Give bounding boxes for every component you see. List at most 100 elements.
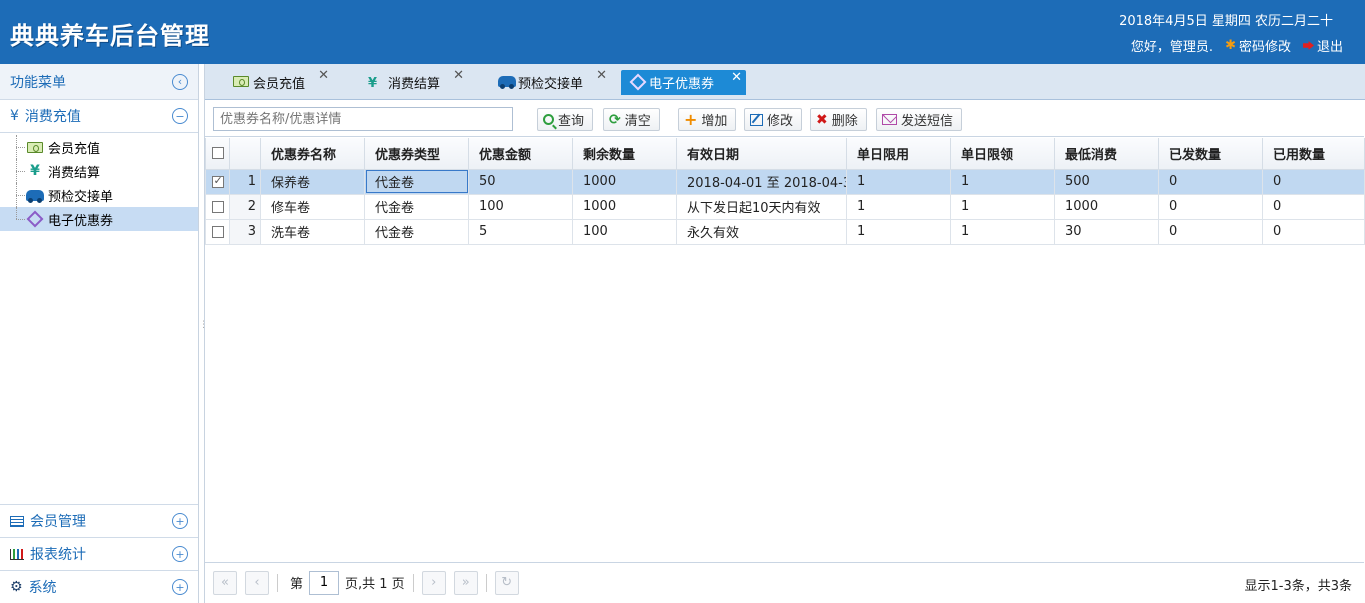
change-password-link[interactable]: ✱ 密码修改 <box>1225 36 1291 55</box>
accordion-consume-recharge[interactable]: ¥ 消费充值 − <box>0 100 198 133</box>
sidebar: 功能菜单 ‹ ¥ 消费充值 − 会员充值 ¥ 消费结算 预检交接单 电子优惠券 会… <box>0 64 199 603</box>
last-page-icon[interactable]: » <box>453 570 478 595</box>
table-cell[interactable]: 0 <box>1158 193 1263 220</box>
expand-plus-icon[interactable]: + <box>172 513 188 529</box>
change-password-label: 密码修改 <box>1238 40 1291 55</box>
logout-link[interactable]: 退出 <box>1302 36 1343 55</box>
column-header[interactable]: 优惠券类型 <box>364 138 469 170</box>
sidebar-item-coupon[interactable]: 电子优惠券 <box>0 207 198 231</box>
refresh-icon[interactable]: ↻ <box>494 570 519 595</box>
list-icon <box>10 515 24 527</box>
table-cell[interactable]: 1 <box>846 168 951 195</box>
table-cell[interactable]: 0 <box>1262 168 1365 195</box>
column-header[interactable]: 优惠券名称 <box>260 138 365 170</box>
table-cell[interactable]: 0 <box>1158 168 1263 195</box>
table-cell[interactable]: 1 <box>950 193 1055 220</box>
search-input[interactable] <box>213 107 513 131</box>
page-number-input[interactable] <box>309 570 340 595</box>
table-cell[interactable]: 保养卷 <box>260 168 365 195</box>
table-row[interactable]: 3 洗车卷 代金卷 5 100 永久有效 1 1 30 0 0 <box>205 218 1365 245</box>
select-all-checkbox[interactable] <box>211 147 224 160</box>
table-cell[interactable]: 2018-04-01 至 2018-04-30 <box>676 168 847 195</box>
row-checkbox[interactable] <box>211 200 224 213</box>
table-cell[interactable]: 0 <box>1262 218 1365 245</box>
column-header[interactable]: 最低消费 <box>1054 138 1159 170</box>
row-check-cell[interactable] <box>205 193 230 220</box>
column-header[interactable]: 单日限领 <box>950 138 1055 170</box>
tab-precheck[interactable]: 预检交接单 ✕ <box>490 68 607 95</box>
table-row[interactable]: 1 保养卷 代金卷 50 1000 2018-04-01 至 2018-04-3… <box>205 168 1365 195</box>
close-icon[interactable]: ✕ <box>596 68 607 83</box>
select-all-cell[interactable] <box>205 138 230 170</box>
column-header[interactable]: 单日限用 <box>846 138 951 170</box>
accordion-member-management[interactable]: 会员管理 + <box>0 504 198 537</box>
column-header[interactable]: 已发数量 <box>1158 138 1263 170</box>
table-cell[interactable]: 1000 <box>1054 193 1159 220</box>
mail-icon <box>882 114 897 125</box>
accordion-system[interactable]: ⚙ 系统 + <box>0 570 198 603</box>
close-icon[interactable]: ✕ <box>453 68 464 83</box>
column-header[interactable]: 已用数量 <box>1262 138 1365 170</box>
close-icon[interactable]: ✕ <box>731 70 742 85</box>
collapse-sidebar-icon[interactable]: ‹ <box>172 73 188 90</box>
table-row[interactable]: 2 修车卷 代金卷 100 1000 从下发日起10天内有效 1 1 1000 … <box>205 193 1365 220</box>
next-page-icon[interactable]: › <box>421 570 446 595</box>
table-cell[interactable]: 100 <box>572 218 677 245</box>
expand-plus-icon[interactable]: + <box>172 546 188 562</box>
main-panel: 会员充值 ✕ ¥ 消费结算 ✕ 预检交接单 ✕ 电子优惠券 ✕ 查询 ⟳ 清空 <box>204 64 1365 603</box>
delete-button[interactable]: ✖ 删除 <box>810 108 867 131</box>
tab-member-recharge[interactable]: 会员充值 ✕ <box>225 68 329 95</box>
sidebar-item-member-recharge[interactable]: 会员充值 <box>0 135 198 159</box>
table-cell[interactable]: 50 <box>468 168 573 195</box>
query-button[interactable]: 查询 <box>537 108 594 131</box>
table-cell[interactable]: 修车卷 <box>260 193 365 220</box>
table-cell[interactable]: 代金卷 <box>364 168 469 195</box>
row-check-cell[interactable] <box>205 218 230 245</box>
table-cell[interactable]: 0 <box>1262 193 1365 220</box>
page-suffix: 页,共 1 页 <box>345 577 405 592</box>
table-cell[interactable]: 30 <box>1054 218 1159 245</box>
table-cell[interactable]: 0 <box>1158 218 1263 245</box>
first-page-icon[interactable]: « <box>213 570 237 595</box>
table-cell[interactable]: 从下发日起10天内有效 <box>676 193 847 220</box>
table-cell[interactable]: 洗车卷 <box>260 218 365 245</box>
expand-plus-icon[interactable]: + <box>172 579 188 595</box>
table-cell[interactable]: 1000 <box>572 193 677 220</box>
clear-button[interactable]: ⟳ 清空 <box>603 108 660 131</box>
row-checkbox[interactable] <box>211 174 224 188</box>
edit-button[interactable]: 修改 <box>744 108 803 131</box>
delete-x-icon: ✖ <box>816 111 828 128</box>
table-cell[interactable]: 1000 <box>572 168 677 195</box>
send-sms-button[interactable]: 发送短信 <box>876 108 963 131</box>
tab-coupon[interactable]: 电子优惠券 ✕ <box>621 70 746 95</box>
coupon-icon <box>26 210 44 228</box>
add-button[interactable]: + 增加 <box>678 108 737 131</box>
table-cell[interactable]: 5 <box>468 218 573 245</box>
row-check-cell[interactable] <box>205 168 230 195</box>
column-header[interactable]: 优惠金额 <box>468 138 573 170</box>
table-cell[interactable]: 永久有效 <box>676 218 847 245</box>
table-cell[interactable]: 1 <box>950 218 1055 245</box>
table-cell[interactable]: 1 <box>950 168 1055 195</box>
pager-info: 显示1-3条，共3条 <box>1244 579 1352 594</box>
collapsed-groups: 会员管理 + 报表统计 + ⚙ 系统 + <box>0 504 198 603</box>
accordion-reports[interactable]: 报表统计 + <box>0 537 198 570</box>
table-cell[interactable]: 1 <box>846 218 951 245</box>
table-cell[interactable]: 1 <box>846 193 951 220</box>
table-cell[interactable]: 500 <box>1054 168 1159 195</box>
collapse-minus-icon[interactable]: − <box>172 108 188 124</box>
close-icon[interactable]: ✕ <box>318 68 329 83</box>
sidebar-item-consume-settle[interactable]: ¥ 消费结算 <box>0 159 198 183</box>
sidebar-item-precheck[interactable]: 预检交接单 <box>0 183 198 207</box>
column-header[interactable]: 有效日期 <box>676 138 847 170</box>
tab-consume-settle[interactable]: ¥ 消费结算 ✕ <box>360 68 464 95</box>
table-cell[interactable]: 代金卷 <box>364 193 469 220</box>
row-checkbox[interactable] <box>211 225 224 238</box>
column-header[interactable]: 剩余数量 <box>572 138 677 170</box>
row-number: 3 <box>229 218 261 245</box>
pagination-bar: « ‹ 第 页,共 1 页 › » ↻ 显示1-3条，共3条 <box>205 562 1364 602</box>
table-cell[interactable]: 100 <box>468 193 573 220</box>
prev-page-icon[interactable]: ‹ <box>245 570 269 595</box>
table-cell[interactable]: 代金卷 <box>364 218 469 245</box>
rownum-header <box>229 138 261 170</box>
